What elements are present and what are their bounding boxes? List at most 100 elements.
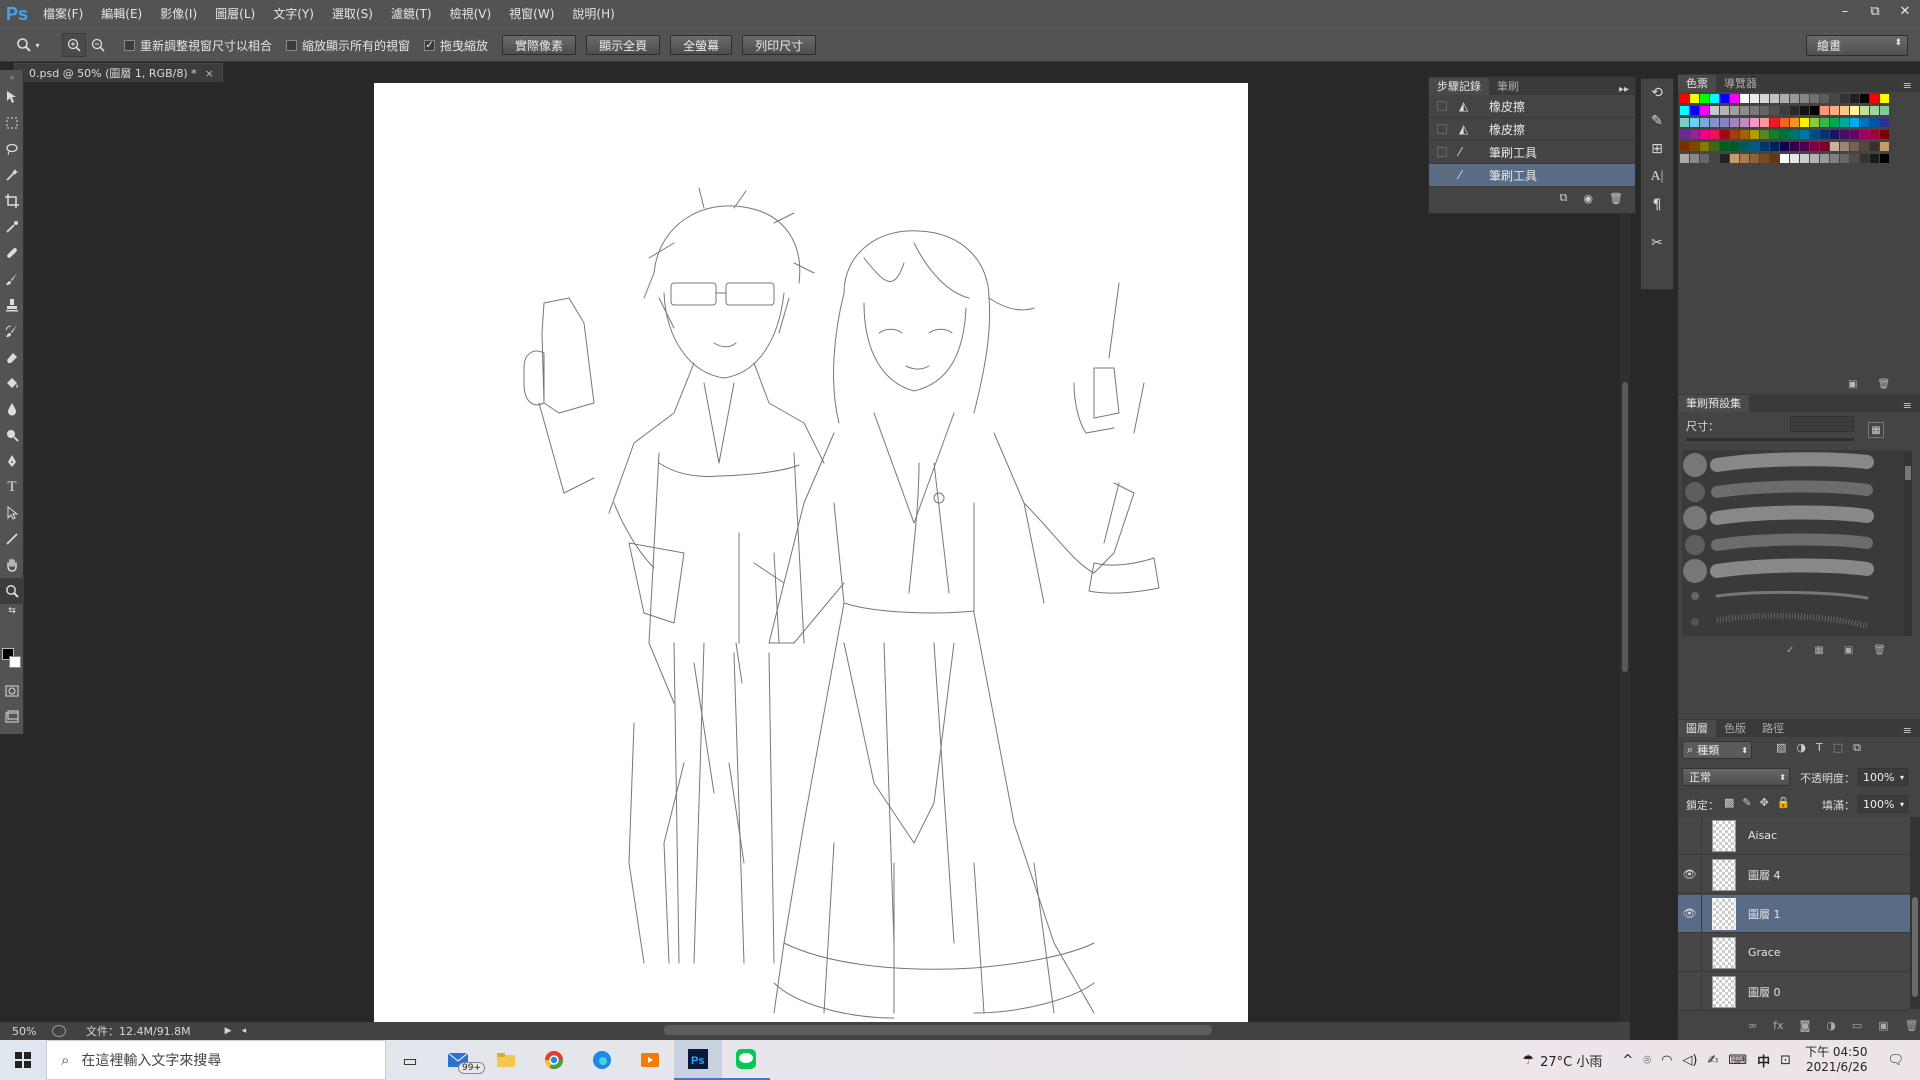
color-swatch[interactable]	[1740, 106, 1749, 115]
color-swatch[interactable]	[1770, 142, 1779, 151]
menu-file[interactable]: 檔案(F)	[34, 0, 92, 28]
color-swatch[interactable]	[1760, 154, 1769, 163]
tab-brush-presets[interactable]: 筆刷預設集	[1678, 395, 1749, 412]
delete-layer-icon[interactable]: 🗑	[1905, 1019, 1919, 1032]
tab-swatches[interactable]: 色票	[1678, 75, 1716, 92]
zoom-level[interactable]: 50%	[12, 1025, 52, 1038]
filter-shape-icon[interactable]: ⬚	[1833, 741, 1843, 755]
color-swatch[interactable]	[1800, 118, 1809, 127]
color-swatch[interactable]	[1850, 94, 1859, 103]
eye-icon[interactable]: 👁	[1678, 855, 1702, 894]
dropdown-arrow-icon[interactable]: ▾	[1900, 773, 1904, 782]
history-item[interactable]: ◭ 橡皮擦	[1429, 118, 1635, 141]
notification-icon[interactable]: 🗨	[1887, 1053, 1904, 1068]
screen-mode-icon[interactable]	[0, 704, 24, 730]
canvas-vertical-scrollbar[interactable]	[1620, 82, 1630, 1022]
color-swatch[interactable]	[1740, 142, 1749, 151]
tab-channels[interactable]: 色版	[1716, 720, 1754, 737]
color-swatch[interactable]	[1770, 106, 1779, 115]
history-snapshot-box[interactable]	[1437, 170, 1447, 180]
ime-indicator[interactable]: 中	[1757, 1051, 1770, 1070]
color-swatch[interactable]	[1750, 154, 1759, 163]
fill-screen-button[interactable]: 全螢幕	[670, 35, 733, 55]
color-swatch[interactable]	[1830, 142, 1839, 151]
layer-row[interactable]: 👁 圖層 4	[1678, 855, 1910, 894]
color-swatch[interactable]	[1760, 130, 1769, 139]
color-swatch[interactable]	[1820, 94, 1829, 103]
delete-brush-icon[interactable]: 🗑	[1873, 645, 1886, 656]
color-swatch[interactable]	[1760, 106, 1769, 115]
layer-name[interactable]: 圖層 1	[1748, 906, 1781, 922]
volume-icon[interactable]: ◁)	[1682, 1053, 1697, 1068]
canvas-horizontal-scrollbar-thumb[interactable]	[664, 1025, 1212, 1035]
color-swatch[interactable]	[1810, 130, 1819, 139]
color-swatch[interactable]	[1860, 154, 1869, 163]
color-swatch[interactable]	[1870, 154, 1879, 163]
layer-visibility-toggle[interactable]	[1678, 816, 1702, 855]
color-swatch[interactable]	[1820, 118, 1829, 127]
history-snapshot-box[interactable]	[1437, 147, 1447, 157]
pen-icon[interactable]: ✍	[1707, 1053, 1718, 1068]
layer-filter-dropdown[interactable]: ⌕ 種類 ⬍	[1682, 741, 1752, 759]
clone-source-icon[interactable]: ⊞	[1641, 135, 1673, 163]
color-swatch[interactable]	[1800, 130, 1809, 139]
color-swatch[interactable]	[1790, 118, 1799, 127]
chrome-icon[interactable]	[530, 1040, 578, 1080]
weather-text[interactable]: 27°C 小雨	[1540, 1051, 1602, 1070]
filter-adjustment-icon[interactable]: ◑	[1796, 741, 1806, 755]
close-tab-icon[interactable]: ×	[205, 67, 214, 80]
color-swatch[interactable]	[1880, 130, 1889, 139]
color-swatch[interactable]	[1870, 106, 1879, 115]
layer-name[interactable]: 圖層 4	[1748, 867, 1781, 883]
panel-menu-icon[interactable]: ≡	[1903, 399, 1920, 412]
color-swatch[interactable]	[1790, 94, 1799, 103]
lock-transparent-icon[interactable]: ▩	[1724, 796, 1734, 809]
color-swatch[interactable]	[1690, 106, 1699, 115]
color-swatch[interactable]	[1790, 142, 1799, 151]
new-group-icon[interactable]: ▭	[1852, 1019, 1862, 1032]
color-swatch[interactable]	[1880, 94, 1889, 103]
color-swatch[interactable]	[1680, 154, 1689, 163]
color-swatch[interactable]	[1680, 94, 1689, 103]
layer-style-icon[interactable]: fx	[1773, 1019, 1783, 1032]
color-swatch[interactable]	[1770, 118, 1779, 127]
color-swatch[interactable]	[1690, 118, 1699, 127]
color-swatch[interactable]	[1760, 94, 1769, 103]
color-swatch[interactable]	[1700, 94, 1709, 103]
color-swatch[interactable]	[1720, 94, 1729, 103]
color-swatch[interactable]	[1840, 130, 1849, 139]
lock-position-icon[interactable]: ✥	[1760, 796, 1769, 809]
canvas-area[interactable]	[24, 82, 1628, 1022]
color-swatch[interactable]	[1880, 154, 1889, 163]
layer-row[interactable]: Grace	[1678, 933, 1910, 972]
zoom-tool-preset-icon[interactable]: ▾	[8, 33, 48, 57]
color-swatch[interactable]	[1830, 130, 1839, 139]
eye-icon[interactable]: 👁	[1678, 894, 1702, 933]
scrollbar-thumb[interactable]	[1622, 382, 1628, 672]
menu-filter[interactable]: 濾鏡(T)	[382, 0, 441, 28]
color-swatch[interactable]	[1760, 118, 1769, 127]
color-swatch[interactable]	[1840, 94, 1849, 103]
color-swatch[interactable]	[1860, 106, 1869, 115]
color-swatch[interactable]	[1820, 142, 1829, 151]
magic-wand-icon[interactable]	[0, 162, 24, 188]
print-size-button[interactable]: 列印尺寸	[742, 35, 817, 55]
history-snapshot-box[interactable]	[1437, 101, 1447, 111]
color-swatch[interactable]	[1870, 94, 1879, 103]
lasso-tool-icon[interactable]	[0, 136, 24, 162]
color-swatch[interactable]	[1750, 94, 1759, 103]
resize-windows-checkbox[interactable]: 重新調整視窗尺寸以相合	[124, 37, 272, 54]
color-swatch[interactable]	[1860, 118, 1869, 127]
color-swatch[interactable]	[1840, 142, 1849, 151]
zoom-all-windows-checkbox[interactable]: 縮放顯示所有的視窗	[286, 37, 410, 54]
actual-pixels-button[interactable]: 實際像素	[502, 35, 577, 55]
color-swatch[interactable]	[1840, 118, 1849, 127]
swap-colors-icon[interactable]: ⇆	[0, 604, 24, 618]
crop-tool-icon[interactable]	[0, 188, 24, 214]
history-item[interactable]: ⁄ 筆刷工具	[1429, 141, 1635, 164]
color-swatch[interactable]	[1800, 94, 1809, 103]
zoom-tool-icon[interactable]	[0, 578, 24, 604]
layer-row[interactable]: 圖層 0	[1678, 972, 1910, 1011]
adjustment-layer-icon[interactable]: ◑	[1826, 1019, 1836, 1032]
color-swatch[interactable]	[1800, 154, 1809, 163]
